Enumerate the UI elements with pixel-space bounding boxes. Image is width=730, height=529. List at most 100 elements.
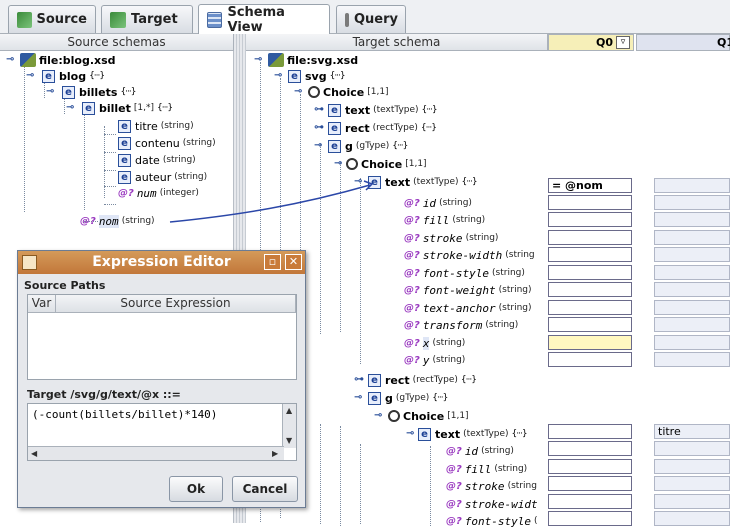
expression-text-area[interactable]: (-count(billets/billet)*140) ▲ ▼ ◀ ▶	[27, 403, 297, 461]
column-header-var[interactable]: Var	[28, 295, 56, 313]
tree-node-attribute[interactable]: @? stroke (string	[446, 478, 537, 494]
tree-node-attribute[interactable]: @? num (integer)	[118, 185, 199, 201]
tree-node-attribute[interactable]: @? font-style(	[446, 513, 538, 529]
expand-toggle-icon[interactable]: ⊸	[254, 55, 264, 65]
tree-node-attribute[interactable]: @? stroke-widt	[446, 496, 541, 512]
collapse-toggle-icon[interactable]: ⊶	[314, 123, 324, 133]
tree-node-choice[interactable]: Choice [1,1]	[388, 408, 469, 424]
expand-toggle-icon[interactable]: ⊸	[46, 87, 56, 97]
column-header-source-expression[interactable]: Source Expression	[56, 295, 296, 313]
tree-node-file[interactable]: file:blog.xsd	[20, 52, 116, 68]
tree-node-attribute[interactable]: @? font-weight (string)	[404, 282, 532, 298]
q0-cell[interactable]	[548, 265, 632, 280]
q1-cell[interactable]	[654, 282, 730, 297]
tab-query[interactable]: Query	[336, 5, 406, 33]
close-button[interactable]: ✕	[285, 254, 302, 270]
tree-node-attribute[interactable]: @? font-style (string)	[404, 265, 525, 281]
tree-node-file[interactable]: file:svg.xsd	[268, 52, 358, 68]
tree-node-choice[interactable]: Choice [1,1]	[346, 156, 427, 172]
q1-cell[interactable]	[654, 335, 730, 350]
q1-cell[interactable]	[654, 230, 730, 245]
tree-node-attribute[interactable]: @? id (string)	[446, 443, 514, 459]
expand-toggle-icon[interactable]: ⊸	[354, 177, 364, 187]
tree-node-element[interactable]: e text (textType) {···}	[368, 174, 478, 190]
expand-toggle-icon[interactable]: ⊸	[314, 141, 324, 151]
tree-node-element[interactable]: e rect (rectType) {···}	[368, 372, 477, 388]
tree-node-attribute[interactable]: @? fill (string)	[404, 212, 485, 228]
tree-node-attribute[interactable]: @? nom (string)	[80, 213, 155, 229]
q0-cell[interactable]	[548, 494, 632, 509]
tree-node-attribute[interactable]: @? text-anchor (string)	[404, 300, 532, 316]
q1-cell[interactable]	[654, 511, 730, 526]
scroll-left-icon[interactable]: ◀	[31, 449, 37, 458]
tree-node-element[interactable]: e blog {···}	[42, 68, 105, 84]
q0-cell-selected[interactable]	[548, 335, 632, 350]
q1-cell[interactable]	[654, 494, 730, 509]
scroll-right-icon[interactable]: ▶	[272, 449, 278, 458]
query-column-menu-button[interactable]: ▿	[616, 36, 630, 49]
dialog-title-bar[interactable]: Expression Editor ▫ ✕	[18, 251, 305, 274]
tree-node-choice[interactable]: Choice [1,1]	[308, 84, 389, 100]
q1-cell[interactable]	[654, 178, 730, 193]
tree-node-element[interactable]: e text (textType) {···}	[328, 102, 438, 118]
tree-node-element[interactable]: e billets {···}	[62, 84, 137, 100]
expand-toggle-icon[interactable]: ⊸	[6, 55, 16, 65]
scroll-up-icon[interactable]: ▲	[286, 406, 292, 415]
q0-cell[interactable]	[548, 247, 632, 262]
q1-cell[interactable]	[654, 195, 730, 210]
collapse-toggle-icon[interactable]: ⊶	[354, 375, 364, 385]
tab-target[interactable]: Target	[101, 5, 193, 33]
tree-node-attribute[interactable]: @? stroke (string)	[404, 230, 498, 246]
q0-cell[interactable]	[548, 212, 632, 227]
tree-node-element[interactable]: e billet [1,*] {···}	[82, 100, 173, 116]
q0-cell[interactable]	[548, 459, 632, 474]
tree-node-element[interactable]: e contenu (string)	[118, 135, 216, 151]
expand-toggle-icon[interactable]: ⊸	[334, 159, 344, 169]
q0-cell[interactable]	[548, 300, 632, 315]
q0-cell[interactable]	[548, 195, 632, 210]
cancel-button[interactable]: Cancel	[232, 476, 298, 502]
tree-node-element[interactable]: e text (textType) {···}	[418, 426, 528, 442]
tab-schema-view[interactable]: Schema View	[198, 4, 330, 35]
tree-node-element[interactable]: e g (gType) {···}	[328, 138, 408, 154]
maximize-button[interactable]: ▫	[264, 254, 281, 270]
q1-cell[interactable]	[654, 317, 730, 332]
tree-node-element[interactable]: e rect (rectType) {···}	[328, 120, 437, 136]
q0-cell[interactable]	[548, 441, 632, 456]
q0-cell[interactable]	[548, 352, 632, 367]
horizontal-scrollbar[interactable]: ◀ ▶	[28, 446, 284, 460]
q1-cell[interactable]	[654, 441, 730, 456]
tree-node-attribute[interactable]: @? y (string)	[404, 352, 465, 368]
expand-toggle-icon[interactable]: ⊸	[274, 71, 284, 81]
expand-toggle-icon[interactable]: ⊸	[26, 71, 36, 81]
tree-node-attribute[interactable]: @? stroke-width (string	[404, 247, 535, 263]
q0-cell[interactable]	[548, 317, 632, 332]
tree-node-attribute[interactable]: @? transform (string)	[404, 317, 518, 333]
q1-cell[interactable]	[654, 300, 730, 315]
tree-node-element[interactable]: e svg {···}	[288, 68, 346, 84]
vertical-scrollbar[interactable]: ▲ ▼	[282, 404, 296, 448]
ok-button[interactable]: Ok	[169, 476, 223, 502]
expand-toggle-icon[interactable]: ⊸	[374, 411, 384, 421]
scroll-down-icon[interactable]: ▼	[286, 436, 292, 445]
expand-toggle-icon[interactable]: ⊸	[66, 103, 76, 113]
q1-cell[interactable]	[654, 265, 730, 280]
q1-cell[interactable]	[654, 459, 730, 474]
q1-cell[interactable]	[654, 212, 730, 227]
expand-toggle-icon[interactable]: ⊸	[294, 87, 304, 97]
q1-cell[interactable]	[654, 247, 730, 262]
expand-toggle-icon[interactable]: ⊸	[354, 393, 364, 403]
tree-node-element[interactable]: e titre (string)	[118, 118, 194, 134]
tree-node-attribute[interactable]: @? fill (string)	[446, 461, 527, 477]
q0-cell[interactable]	[548, 476, 632, 491]
q0-cell[interactable]	[548, 511, 632, 526]
q0-cell[interactable]	[548, 424, 632, 439]
tree-node-element[interactable]: e auteur (string)	[118, 169, 207, 185]
tree-node-attribute[interactable]: @? x (string)	[404, 335, 465, 351]
q0-cell[interactable]	[548, 230, 632, 245]
tree-node-element[interactable]: e date (string)	[118, 152, 196, 168]
q0-cell-text-mapping[interactable]: = @nom	[548, 178, 632, 193]
tab-source[interactable]: Source	[8, 5, 96, 33]
query-column-q1[interactable]: Q1	[636, 34, 730, 51]
collapse-toggle-icon[interactable]: ⊶	[314, 105, 324, 115]
